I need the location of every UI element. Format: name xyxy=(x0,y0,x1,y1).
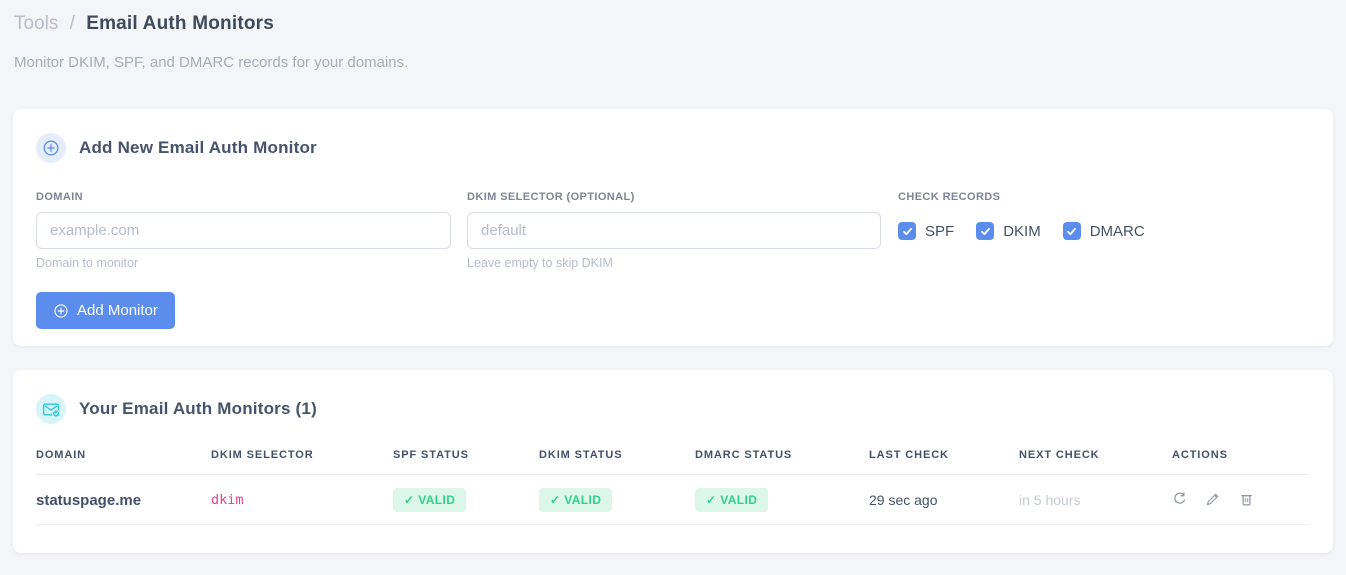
checkbox-dmarc[interactable]: DMARC xyxy=(1062,222,1145,240)
dkim-selector-field-group: DKIM SELECTOR (OPTIONAL) Leave empty to … xyxy=(467,191,881,270)
domain-input[interactable] xyxy=(36,212,451,249)
col-header-spf-status: SPF STATUS xyxy=(393,443,539,475)
add-monitor-button[interactable]: Add Monitor xyxy=(36,292,175,329)
col-header-domain: DOMAIN xyxy=(36,443,211,475)
col-header-last-check: LAST CHECK xyxy=(869,443,1019,475)
monitor-actions xyxy=(1172,474,1310,525)
col-header-dkim-status: DKIM STATUS xyxy=(539,443,695,475)
page-subtitle: Monitor DKIM, SPF, and DMARC records for… xyxy=(14,54,409,71)
monitors-card: Your Email Auth Monitors (1) DOMAIN DKIM… xyxy=(13,370,1333,553)
add-monitor-button-label: Add Monitor xyxy=(77,302,158,319)
checkbox-checked-icon[interactable] xyxy=(898,222,916,240)
domain-field-group: DOMAIN Domain to monitor xyxy=(36,191,451,270)
check-records-options: SPF DKIM DMARC xyxy=(898,222,1167,240)
dkim-selector-field-label: DKIM SELECTOR (OPTIONAL) xyxy=(467,191,635,203)
checkbox-spf-label: SPF xyxy=(925,222,955,240)
dmarc-status-badge: ✓ VALID xyxy=(695,488,769,512)
add-monitor-card-title: Add New Email Auth Monitor xyxy=(79,138,317,157)
spf-status-badge: ✓ VALID xyxy=(393,488,467,512)
add-monitor-form: DOMAIN Domain to monitor DKIM SELECTOR (… xyxy=(36,191,1310,270)
monitors-card-title: Your Email Auth Monitors (1) xyxy=(79,399,317,418)
add-monitor-card-header: Add New Email Auth Monitor xyxy=(36,133,1310,163)
col-header-actions: ACTIONS xyxy=(1172,443,1310,475)
table-row: statuspage.me dkim ✓ VALID ✓ VALID ✓ VAL… xyxy=(36,474,1310,525)
checkbox-dmarc-label: DMARC xyxy=(1089,222,1145,240)
breadcrumb-separator: / xyxy=(69,13,75,34)
add-monitor-card: Add New Email Auth Monitor DOMAIN Domain… xyxy=(13,109,1333,346)
delete-icon[interactable] xyxy=(1239,492,1254,507)
col-header-dkim-selector: DKIM SELECTOR xyxy=(211,443,393,475)
dkim-status-badge: ✓ VALID xyxy=(539,488,613,512)
circle-plus-icon xyxy=(53,303,69,319)
check-records-label: CHECK RECORDS xyxy=(898,191,1001,203)
monitor-dkim-selector: dkim xyxy=(211,474,393,525)
checkbox-spf[interactable]: SPF xyxy=(898,222,954,240)
dkim-selector-input[interactable] xyxy=(467,212,881,249)
refresh-icon[interactable] xyxy=(1172,492,1187,507)
domain-field-helper: Domain to monitor xyxy=(36,256,139,270)
col-header-dmarc-status: DMARC STATUS xyxy=(695,443,869,475)
checkbox-dkim-label: DKIM xyxy=(1003,222,1041,240)
edit-icon[interactable] xyxy=(1205,492,1220,507)
circle-plus-icon xyxy=(36,133,66,163)
table-header-row: DOMAIN DKIM SELECTOR SPF STATUS DKIM STA… xyxy=(36,443,1310,475)
domain-field-label: DOMAIN xyxy=(36,191,84,203)
checkbox-checked-icon[interactable] xyxy=(976,222,995,240)
dkim-selector-field-helper: Leave empty to skip DKIM xyxy=(467,256,613,270)
check-records-group: CHECK RECORDS SPF DKIM DMARC xyxy=(898,191,1167,270)
breadcrumb: Tools / Email Auth Monitors xyxy=(13,12,1333,36)
monitor-domain: statuspage.me xyxy=(36,474,211,525)
checkbox-dkim[interactable]: DKIM xyxy=(976,222,1041,240)
email-check-icon xyxy=(36,394,66,424)
checkbox-checked-icon[interactable] xyxy=(1062,222,1081,240)
monitors-table: DOMAIN DKIM SELECTOR SPF STATUS DKIM STA… xyxy=(36,443,1310,525)
monitor-next-check: in 5 hours xyxy=(1019,474,1172,525)
col-header-next-check: NEXT CHECK xyxy=(1019,443,1172,475)
page-title: Email Auth Monitors xyxy=(86,13,275,34)
monitor-last-check: 29 sec ago xyxy=(869,474,1019,525)
breadcrumb-tools-link[interactable]: Tools xyxy=(14,13,58,34)
monitors-card-header: Your Email Auth Monitors (1) xyxy=(36,394,1310,424)
